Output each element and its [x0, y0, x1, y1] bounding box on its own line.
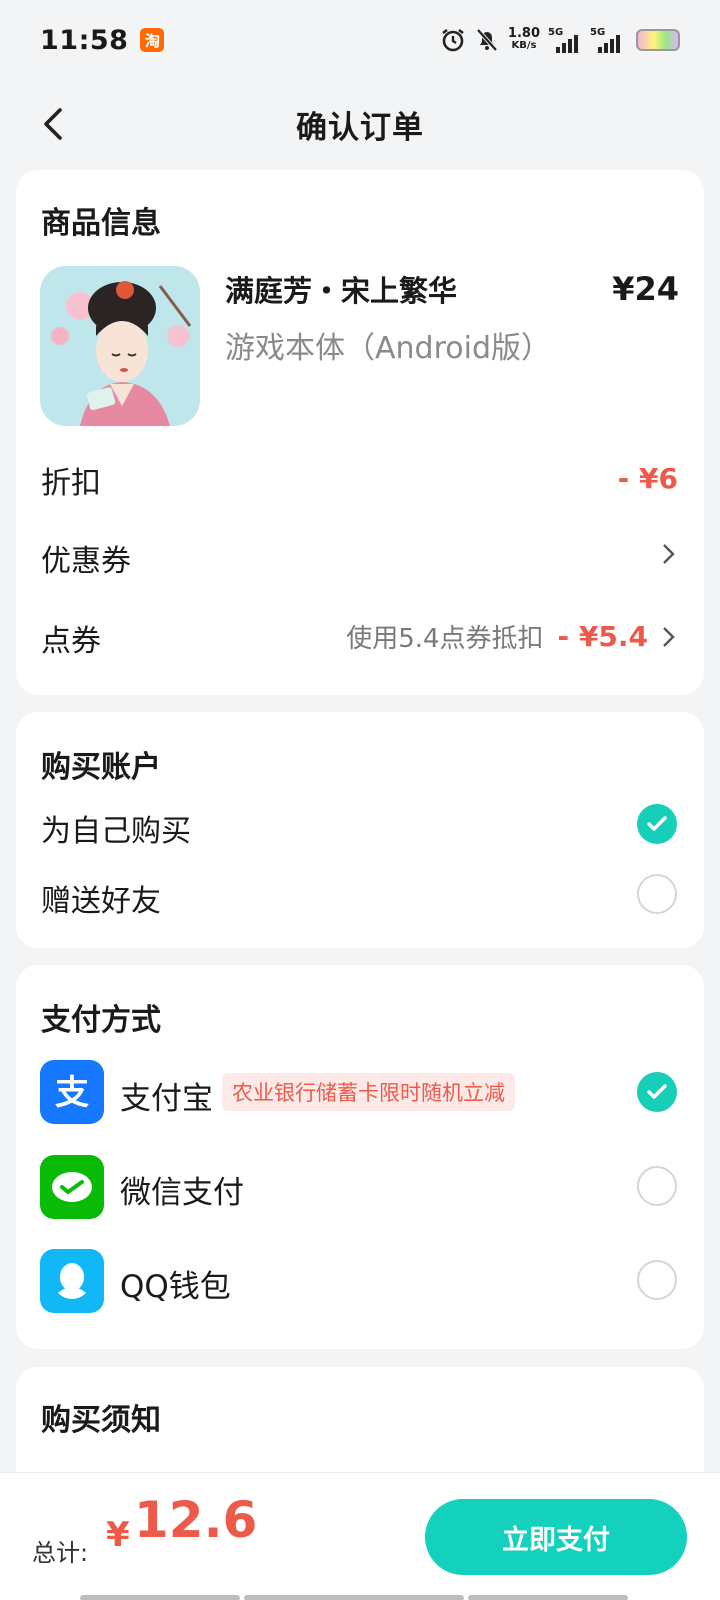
section-title: 购买账户	[41, 750, 161, 785]
pay-now-button[interactable]: 立即支付	[425, 1499, 687, 1575]
alarm-icon	[442, 28, 464, 52]
taobao-notification-icon: 淘	[140, 28, 165, 52]
status-time: 11:58	[40, 24, 129, 56]
alipay-radio[interactable]	[637, 1072, 677, 1112]
status-icons: 1.80 KB/s 5G 5G	[440, 27, 680, 53]
product-info-card: 商品信息 满庭芳・宋上繁华 游戏本体（Android版） ¥24 折扣 - ¥6…	[16, 170, 704, 695]
mute-bell-icon	[476, 28, 498, 52]
qq-wallet-icon	[40, 1249, 104, 1313]
points-value: - ¥5.4	[557, 620, 648, 653]
qq-wallet-radio[interactable]	[637, 1260, 677, 1300]
discount-row: - ¥6	[618, 462, 678, 495]
total-amount: 12.6	[134, 1491, 258, 1549]
product-subtitle: 游戏本体（Android版）	[225, 331, 551, 366]
battery-icon	[636, 29, 680, 51]
signal-1-icon: 5G	[548, 27, 582, 53]
check-icon	[647, 816, 667, 831]
section-title: 购买须知	[41, 1403, 161, 1438]
check-icon	[647, 1084, 667, 1099]
section-title: 商品信息	[41, 206, 161, 241]
total-currency: ¥	[106, 1515, 130, 1555]
option-self-radio[interactable]	[637, 804, 677, 844]
product-price: ¥24	[612, 270, 679, 308]
coupon-row[interactable]	[658, 540, 678, 568]
alipay-promo-tag: 农业银行储蓄卡限时随机立减	[222, 1073, 515, 1111]
chevron-right-icon	[663, 544, 675, 564]
payment-method-card: 支付方式 支 支付宝 农业银行储蓄卡限时随机立减 微信支付 QQ钱包	[16, 965, 704, 1349]
page-title: 确认订单	[296, 109, 424, 146]
chevron-right-icon	[663, 626, 675, 647]
points-label[interactable]: 点券	[41, 616, 101, 660]
total-label: 总计:	[32, 1539, 89, 1567]
section-title: 支付方式	[41, 1003, 161, 1038]
network-speed: 1.80 KB/s	[507, 26, 540, 51]
wechat-pay-radio[interactable]	[637, 1166, 677, 1206]
back-arrow-icon[interactable]	[36, 104, 76, 144]
coupon-label[interactable]: 优惠券	[41, 536, 131, 580]
alipay-label[interactable]: 支付宝	[120, 1073, 213, 1118]
wechat-pay-icon	[40, 1155, 104, 1219]
product-cover-image	[40, 266, 200, 426]
discount-value: - ¥6	[617, 462, 678, 495]
product-name: 满庭芳・宋上繁华	[225, 274, 458, 308]
option-self-label[interactable]: 为自己购买	[41, 806, 191, 850]
checkout-bar: 总计: ¥ 12.6 立即支付	[0, 1472, 720, 1600]
signal-2-icon: 5G	[590, 27, 624, 53]
points-description: 使用5.4点券抵扣	[346, 624, 544, 654]
gesture-bar	[80, 1595, 628, 1600]
top-nav: 确认订单	[0, 80, 720, 168]
status-bar: 11:58 淘 1.80 KB/s 5G 5G	[0, 0, 720, 80]
wechat-pay-label[interactable]: 微信支付	[120, 1167, 244, 1212]
svg-text:支: 支	[55, 1073, 89, 1113]
option-gift-label[interactable]: 赠送好友	[41, 876, 161, 920]
purchase-account-card: 购买账户 为自己购买 赠送好友	[16, 712, 704, 948]
discount-label: 折扣	[41, 466, 101, 501]
qq-wallet-label[interactable]: QQ钱包	[120, 1261, 231, 1306]
alipay-icon: 支	[40, 1060, 104, 1124]
points-row[interactable]: 使用5.4点券抵扣 - ¥5.4	[346, 618, 678, 655]
option-gift-radio[interactable]	[637, 874, 677, 914]
